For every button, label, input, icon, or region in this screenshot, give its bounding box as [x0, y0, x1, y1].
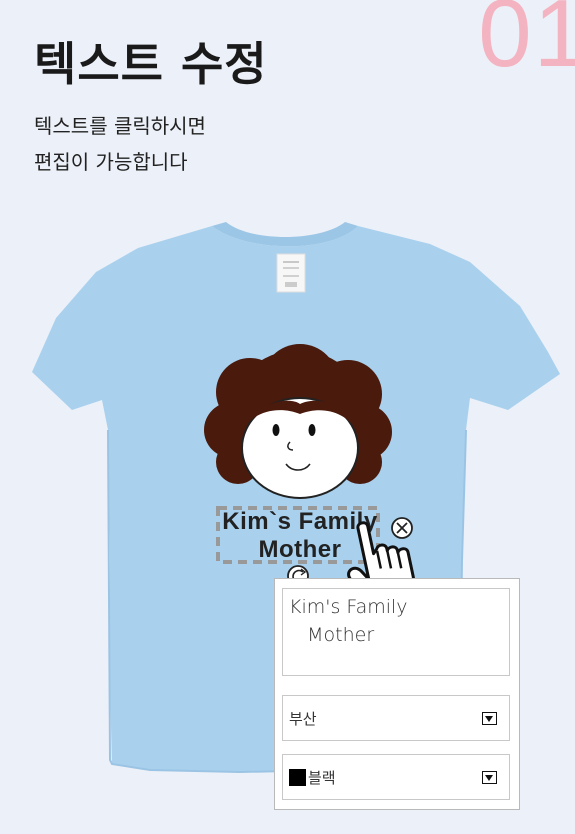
print-text-line: Kim`s Family	[222, 508, 378, 535]
print-text[interactable]: Kim`s Family Mother	[200, 508, 400, 564]
text-input[interactable]: Kim's Family Mother	[282, 588, 510, 676]
stage: 01 텍스트 수정 텍스트를 클릭하시면 편집이 가능합니다 Kim`s Fam…	[0, 0, 575, 834]
dropdown-arrow-icon[interactable]	[482, 711, 497, 725]
color-select-value: 블랙	[289, 767, 482, 788]
font-select-value: 부산	[289, 709, 317, 728]
dropdown-arrow-icon[interactable]	[482, 770, 497, 784]
color-select[interactable]: 블랙	[282, 754, 510, 800]
character-illustration[interactable]	[204, 344, 392, 499]
left-eye	[272, 424, 280, 436]
shirt-tag	[276, 253, 306, 293]
text-editor-panel: Kim's Family Mother 부산 블랙	[274, 578, 520, 810]
color-swatch	[289, 768, 306, 786]
print-text-line: Mother	[258, 536, 342, 563]
font-select[interactable]: 부산	[282, 695, 510, 741]
color-select-label: 블랙	[308, 768, 336, 787]
right-eye	[308, 424, 316, 436]
